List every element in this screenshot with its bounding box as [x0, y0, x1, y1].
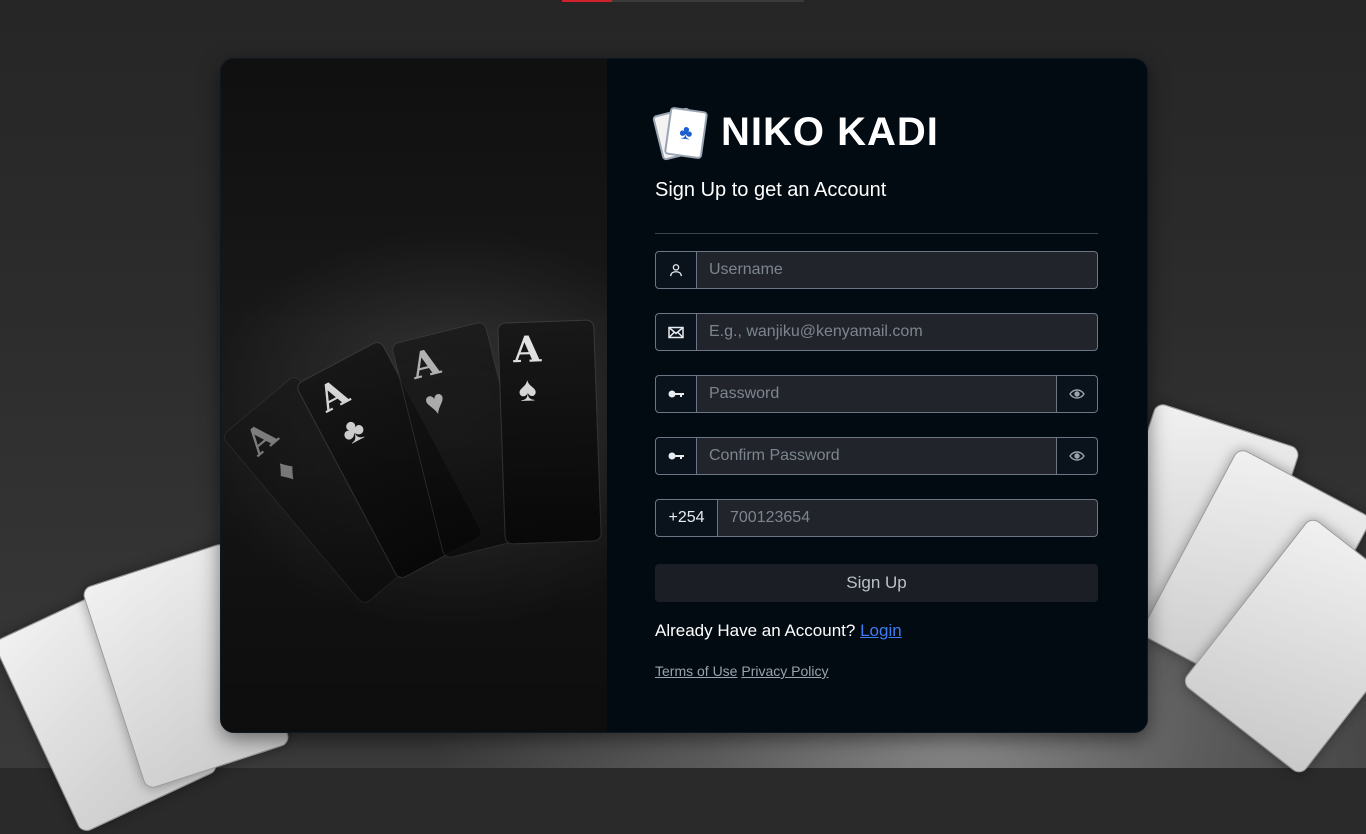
phone-field: +254: [655, 499, 1098, 537]
confirm-password-field: [655, 437, 1098, 475]
confirm-password-input[interactable]: [697, 437, 1057, 475]
already-have-account: Already Have an Account? Login: [655, 621, 902, 641]
eye-icon[interactable]: [1057, 375, 1098, 413]
divider: [655, 233, 1098, 234]
top-progress-fill: [562, 0, 612, 2]
already-text: Already Have an Account?: [655, 621, 856, 640]
aces-photo: A♦ A♣ A♥ A♠: [221, 59, 607, 732]
form-subtitle: Sign Up to get an Account: [655, 179, 887, 201]
playing-cards-logo-icon: ♣: [652, 106, 709, 161]
key-icon: [655, 375, 697, 413]
brand: ♣ NIKO KADI: [652, 106, 939, 161]
user-icon: [655, 251, 697, 289]
envelope-icon: [655, 313, 697, 351]
username-field: [655, 251, 1098, 289]
footer-links: Terms of Use Privacy Policy: [655, 663, 829, 679]
brand-title: NIKO KADI: [721, 109, 939, 154]
signup-panel: A♦ A♣ A♥ A♠ ♣ NIKO KADI Sign Up to get a…: [220, 58, 1148, 733]
country-code-prefix: +254: [655, 499, 718, 537]
phone-input[interactable]: [718, 499, 1098, 537]
eye-icon[interactable]: [1057, 437, 1098, 475]
password-input[interactable]: [697, 375, 1057, 413]
photo-shade: [221, 59, 607, 732]
email-input[interactable]: [697, 313, 1098, 351]
password-field: [655, 375, 1098, 413]
username-input[interactable]: [697, 251, 1098, 289]
key-icon: [655, 437, 697, 475]
sign-up-button[interactable]: Sign Up: [655, 564, 1098, 602]
privacy-policy-link[interactable]: Privacy Policy: [741, 663, 828, 679]
email-field: [655, 313, 1098, 351]
login-link[interactable]: Login: [860, 621, 902, 640]
terms-of-use-link[interactable]: Terms of Use: [655, 663, 737, 679]
